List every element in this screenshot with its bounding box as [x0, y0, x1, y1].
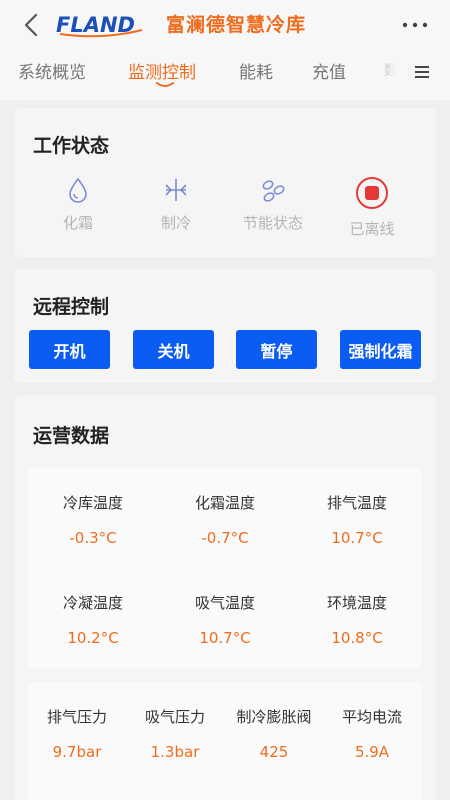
remote-control-title: 远程控制	[33, 296, 110, 318]
metric-exhaust-temp: 排气温度 10.7°C	[292, 492, 422, 547]
tab-monitor-control[interactable]: 监测控制	[128, 58, 196, 83]
status-energy-saving: 节能状态	[228, 176, 318, 233]
more-options-icon[interactable]	[398, 14, 432, 36]
status-defrost-label: 化霜	[62, 214, 93, 232]
droplet-icon	[69, 177, 87, 203]
header: FLAND 富澜德智慧冷库 系统概览 监测控制 能耗 充值 数	[0, 0, 450, 100]
status-offline: 已离线	[327, 176, 417, 239]
metric-value: 5.9A	[354, 743, 390, 761]
tab-fade	[368, 52, 408, 92]
metric-label: 环境温度	[326, 594, 387, 612]
tab-recharge[interactable]: 充值	[312, 58, 346, 83]
temperature-panel: 冷库温度 -0.3°C 化霜温度 -0.7°C 排气温度 10.7°C 冷凝温度…	[28, 468, 422, 668]
metric-value: 10.7°C	[199, 629, 251, 647]
work-status-title: 工作状态	[33, 135, 110, 157]
metric-suction-temp: 吸气温度 10.7°C	[160, 592, 290, 647]
remote-control-card: 远程控制 开机 关机 暂停 强制化霜	[14, 269, 436, 383]
status-defrost: 化霜	[33, 176, 123, 233]
app-title: 富澜德智慧冷库	[166, 14, 307, 36]
metric-label: 冷凝温度	[62, 594, 123, 612]
metric-value: 10.7°C	[331, 529, 383, 547]
metric-label: 平均电流	[341, 708, 402, 726]
metric-cold-room-temp: 冷库温度 -0.3°C	[28, 492, 158, 547]
metric-label: 吸气温度	[194, 594, 255, 612]
power-off-button[interactable]: 关机	[133, 330, 214, 369]
pressure-current-panel: 排气压力 9.7bar 吸气压力 1.3bar 制冷膨胀阀 425 平均电流 5…	[28, 682, 422, 800]
offline-stop-icon	[356, 177, 388, 209]
fland-logo: FLAND	[56, 13, 143, 38]
force-defrost-button[interactable]: 强制化霜	[340, 330, 421, 369]
snowflake-icon	[165, 179, 187, 201]
operation-data-title: 运营数据	[33, 425, 110, 447]
metric-ambient-temp: 环境温度 10.8°C	[292, 592, 422, 647]
menu-icon[interactable]	[412, 62, 432, 82]
metric-average-current: 平均电流 5.9A	[307, 706, 437, 761]
tab-energy[interactable]: 能耗	[239, 58, 273, 83]
metric-label: 冷库温度	[62, 494, 123, 512]
metric-label: 排气温度	[326, 494, 387, 512]
back-arrow-icon[interactable]	[20, 12, 44, 38]
metric-value: -0.7°C	[201, 529, 249, 547]
metric-label: 化霜温度	[194, 494, 255, 512]
operation-data-card: 运营数据 冷库温度 -0.3°C 化霜温度 -0.7°C 排气温度 10.7°C…	[14, 395, 436, 800]
active-tab-indicator	[156, 82, 174, 87]
status-cooling-label: 制冷	[160, 214, 191, 232]
metric-value: -0.3°C	[69, 529, 117, 547]
pause-button[interactable]: 暂停	[236, 330, 317, 369]
leaf-icon	[262, 180, 285, 202]
status-offline-label: 已离线	[349, 220, 395, 238]
power-on-button[interactable]: 开机	[29, 330, 110, 369]
status-energy-saving-label: 节能状态	[242, 214, 303, 232]
tab-system-overview[interactable]: 系统概览	[18, 58, 86, 83]
work-status-card: 工作状态 化霜 制冷 节能状态 已离线	[14, 108, 436, 257]
top-bar: FLAND 富澜德智慧冷库	[0, 0, 450, 50]
metric-value: 10.8°C	[331, 629, 383, 647]
tab-bar: 系统概览 监测控制 能耗 充值 数	[0, 52, 450, 92]
metric-defrost-temp: 化霜温度 -0.7°C	[160, 492, 290, 547]
status-cooling: 制冷	[131, 176, 221, 233]
metric-value: 10.2°C	[67, 629, 119, 647]
metric-condensing-temp: 冷凝温度 10.2°C	[28, 592, 158, 647]
